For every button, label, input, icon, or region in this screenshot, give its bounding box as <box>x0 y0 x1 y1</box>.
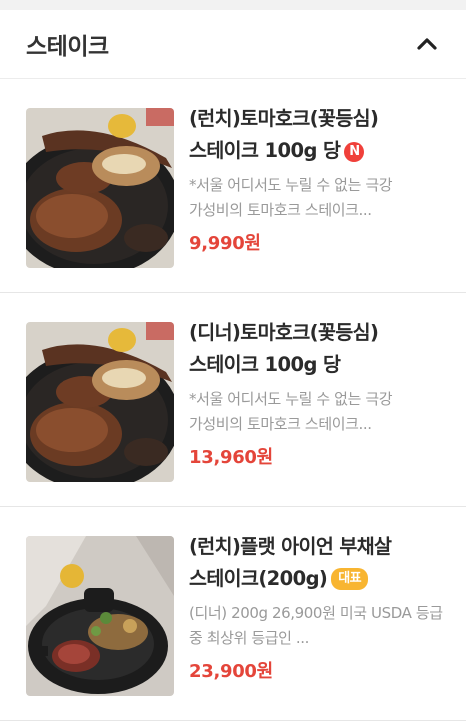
item-price: 9,990원 <box>189 233 261 254</box>
item-description: *서울 어디서도 누릴 수 없는 극강 가성비의 토마호크 스테이크... <box>189 176 393 219</box>
steak-photo <box>26 322 174 482</box>
item-description: (디너) 200g 26,900원 미국 USDA 등급 중 최상위 등급인 .… <box>189 604 443 647</box>
menu-item[interactable]: (런치)플랫 아이언 부채살 스테이크(200g) 대표 (디너) 200g 26… <box>0 507 466 721</box>
item-price: 23,900원 <box>189 661 273 682</box>
menu-item[interactable]: (런치)토마호크(꽃등심)스테이크 100g 당N *서울 어디서도 누릴 수 … <box>0 79 466 293</box>
signature-badge: 대표 <box>331 568 368 590</box>
item-name: (디너)토마호크(꽃등심)스테이크 100g 당 <box>189 321 379 376</box>
top-divider-strip <box>0 0 466 10</box>
menu-item[interactable]: (디너)토마호크(꽃등심)스테이크 100g 당 *서울 어디서도 누릴 수 없… <box>0 293 466 507</box>
item-name: (런치)플랫 아이언 부채살 스테이크(200g) 대표 <box>189 535 392 590</box>
section-title: 스테이크 <box>26 34 109 60</box>
section-header[interactable]: 스테이크 <box>0 10 466 79</box>
item-description: *서울 어디서도 누릴 수 없는 극강 가성비의 토마호크 스테이크... <box>189 390 393 433</box>
item-name: (런치)토마호크(꽃등심)스테이크 100g 당N <box>189 107 379 162</box>
steak-photo <box>26 108 174 268</box>
item-price: 13,960원 <box>189 447 273 468</box>
chevron-up-icon[interactable] <box>412 29 442 59</box>
steak-photo <box>26 536 174 696</box>
new-badge: N <box>344 142 365 162</box>
